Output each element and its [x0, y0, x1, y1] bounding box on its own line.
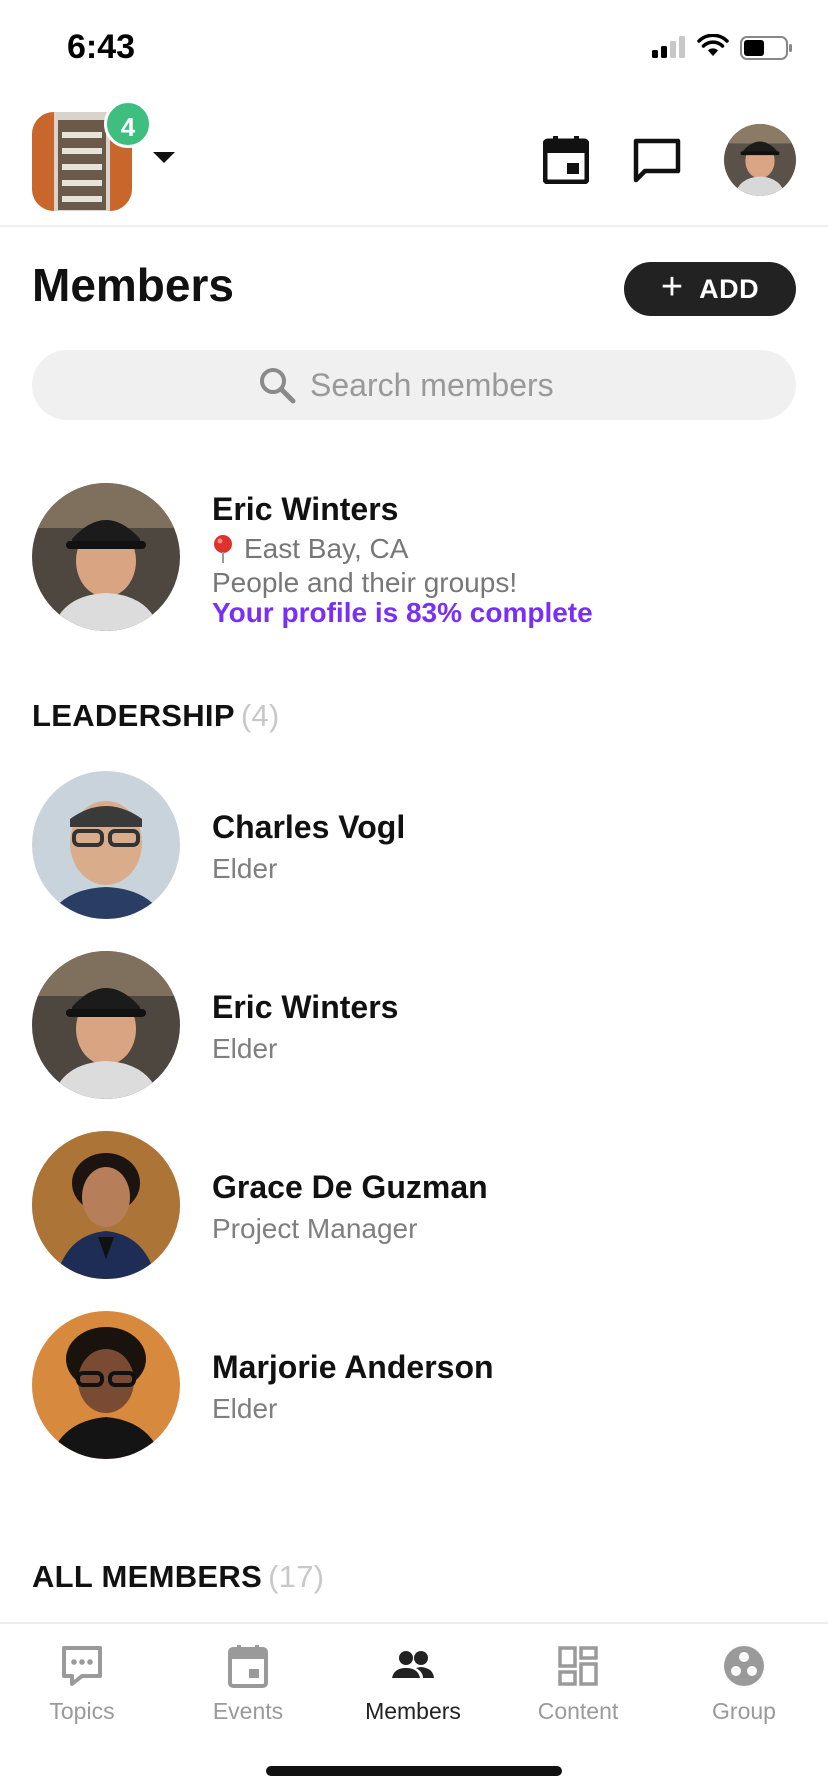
tab-members-label: Members — [365, 1698, 461, 1724]
members-screen: 6:43 4 Members + ADD Search members Eric… — [0, 0, 828, 1792]
calendar-icon — [228, 1645, 268, 1688]
app-header: 4 — [0, 100, 828, 227]
plus-icon: + — [660, 266, 684, 308]
my-profile-card[interactable]: Eric Winters East Bay, CA People and the… — [32, 483, 796, 633]
tab-topics-label: Topics — [49, 1698, 115, 1724]
member-row[interactable]: Charles Vogl Elder — [32, 771, 796, 921]
member-row[interactable]: Grace De Guzman Project Manager — [32, 1131, 796, 1281]
member-avatar — [32, 1131, 180, 1279]
user-avatar[interactable] — [724, 124, 796, 196]
chat-icon[interactable] — [633, 138, 681, 184]
tab-group-label: Group — [712, 1698, 776, 1724]
wifi-icon — [697, 34, 729, 56]
battery-icon — [740, 36, 792, 60]
member-row[interactable]: Marjorie Anderson Elder — [32, 1311, 796, 1461]
search-bar[interactable] — [32, 350, 796, 420]
my-tagline: People and their groups! — [212, 567, 518, 598]
member-role: Project Manager — [212, 1213, 418, 1244]
my-location: East Bay, CA — [212, 533, 408, 565]
search-input[interactable] — [310, 366, 570, 404]
tab-events[interactable]: Events — [178, 1642, 318, 1725]
home-indicator — [266, 1766, 562, 1776]
member-role: Elder — [212, 1033, 278, 1064]
tab-members[interactable]: Members — [343, 1642, 483, 1725]
member-avatar — [32, 1311, 180, 1459]
status-bar: 6:43 — [0, 0, 828, 100]
leadership-header: LEADERSHIP (4) — [32, 698, 280, 734]
leadership-title: LEADERSHIP — [32, 698, 235, 733]
tab-content[interactable]: Content — [508, 1642, 648, 1725]
profile-completion-link[interactable]: Your profile is 83% complete — [212, 597, 593, 629]
caret-down-icon[interactable] — [153, 152, 175, 163]
group-icon — [724, 1646, 764, 1686]
tab-events-label: Events — [212, 1698, 284, 1724]
all-members-title: ALL MEMBERS — [32, 1559, 263, 1594]
status-time: 6:43 — [67, 28, 136, 66]
page-title: Members — [32, 259, 234, 311]
member-name: Eric Winters — [212, 989, 399, 1025]
add-button-label: ADD — [699, 273, 760, 304]
all-members-header: ALL MEMBERS (17) — [32, 1559, 324, 1595]
tab-group[interactable]: Group — [674, 1642, 814, 1725]
people-icon — [392, 1651, 434, 1678]
member-row[interactable]: Eric Winters Elder — [32, 951, 796, 1101]
dashboard-icon — [558, 1646, 598, 1686]
chat-bubble-icon — [62, 1646, 102, 1686]
member-avatar — [32, 771, 180, 919]
my-location-text: East Bay, CA — [244, 533, 409, 564]
search-icon — [260, 368, 296, 404]
leadership-count: (4) — [240, 698, 280, 733]
calendar-icon[interactable] — [543, 136, 589, 184]
member-avatar — [32, 951, 180, 1099]
member-name: Marjorie Anderson — [212, 1349, 494, 1385]
map-pin-icon — [214, 535, 232, 563]
tab-content-label: Content — [537, 1698, 619, 1724]
my-name: Eric Winters — [212, 491, 399, 527]
notification-badge: 4 — [104, 100, 152, 148]
add-member-button[interactable]: + ADD — [624, 262, 796, 316]
all-members-count: (17) — [268, 1559, 325, 1594]
member-name: Charles Vogl — [212, 809, 406, 845]
member-role: Elder — [212, 1393, 278, 1424]
tab-topics[interactable]: Topics — [12, 1642, 152, 1725]
member-role: Elder — [212, 853, 278, 884]
my-avatar[interactable] — [32, 483, 180, 631]
cellular-signal-icon — [652, 36, 685, 58]
member-name: Grace De Guzman — [212, 1169, 488, 1205]
